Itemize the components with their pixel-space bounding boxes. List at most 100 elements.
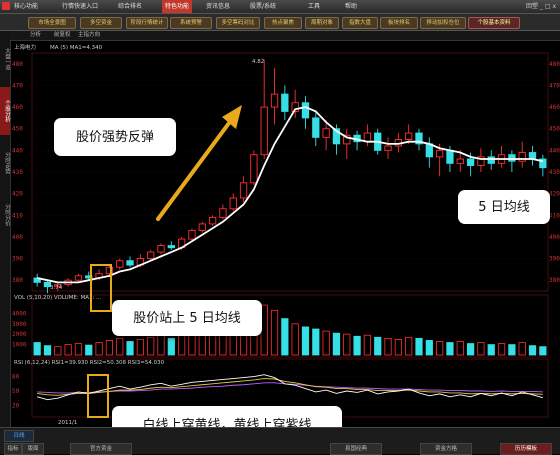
window-controls[interactable]: 回塑 _ □ x <box>526 0 556 13</box>
price-tick-label: 440 <box>12 147 23 154</box>
left-tab-2[interactable]: 个股分析 <box>0 87 10 135</box>
volume-bar <box>136 338 144 356</box>
candle-body <box>446 149 454 164</box>
toolbar-button-11[interactable]: 个股基本资料 <box>468 17 520 29</box>
toolbar-button-3[interactable]: 阶段行情统计 <box>126 17 168 29</box>
volume-bar <box>477 342 485 356</box>
volume-bar <box>497 343 506 356</box>
left-tab-3[interactable]: 分时走势 <box>0 139 10 187</box>
volume-tick-label: 2000 <box>12 331 27 338</box>
menu-item-7[interactable]: 工具 <box>308 0 320 13</box>
volume-indicator-text: VOL (5,10,20) VOLUME: MA1: ... <box>14 295 102 301</box>
sub-item-1[interactable]: 分析 <box>30 31 41 40</box>
volume-tick-label: 4000 <box>12 310 27 317</box>
price-tick-label: 460 <box>12 104 23 111</box>
bottom-tab-3[interactable]: 官方资金 <box>70 443 132 455</box>
candle-body <box>126 260 134 266</box>
menu-item-3[interactable]: 综合排名 <box>118 0 142 13</box>
volume-bar <box>446 342 454 356</box>
rsi-tick-label: 20 <box>12 402 20 409</box>
price-tick-label: 470 <box>12 82 23 89</box>
candle-body <box>312 117 320 138</box>
volume-bar <box>95 342 103 356</box>
left-tab-4[interactable]: 分时分价 <box>0 191 10 239</box>
volume-bar <box>384 337 392 356</box>
toolbar-button-4[interactable]: 系统预警 <box>170 17 212 29</box>
volume-bar <box>425 340 433 356</box>
volume-bar <box>405 336 413 356</box>
kline-period-tab[interactable]: 日线 <box>4 430 34 442</box>
menu-item-4[interactable]: 特色功能 <box>162 0 193 13</box>
menu-item-6[interactable]: 股票/系统 <box>250 0 276 13</box>
volume-bar <box>301 326 310 356</box>
rsi-indicator-text: RSI (6,12,24) RSI1=39.930 RSI2=50.308 RS… <box>14 360 165 366</box>
menu-item-8[interactable]: 帮助 <box>345 0 357 13</box>
stock-title: 上海电力 <box>14 43 36 51</box>
volume-bar <box>270 309 279 356</box>
toolbar-button-10[interactable]: 移动加权仓位 <box>420 17 466 29</box>
volume-bar <box>467 343 475 356</box>
volume-tick-label: 3000 <box>12 321 27 328</box>
volume-bar <box>394 338 402 356</box>
price-tick-label: 430 <box>12 169 23 176</box>
bottom-tab-5[interactable]: 资金方格 <box>420 443 472 455</box>
candle-body <box>487 156 495 164</box>
menu-item-2[interactable]: 行情快速入口 <box>62 0 98 13</box>
volume-bar <box>33 342 41 356</box>
app-logo-icon <box>2 2 10 10</box>
bottom-tab-2[interactable]: 版面 <box>22 443 44 455</box>
ma-indicator-text: MA (5) MA1=4.340 <box>50 45 103 51</box>
menu-item-1[interactable]: 核心功能 <box>14 0 38 13</box>
bottom-tab-1[interactable]: 指标 <box>4 443 22 455</box>
candle-body <box>281 93 289 112</box>
left-tab-1[interactable]: 大盘一览 <box>0 35 10 83</box>
volume-bar <box>167 337 175 356</box>
stock-kline-chart[interactable]: 上海电力 MA (5) MA1=4.340 480 480 470 470 460 460… <box>10 41 560 427</box>
toolbar-button-6[interactable]: 热点聚焦 <box>264 17 302 29</box>
candle-body <box>229 197 237 210</box>
price-tick-label-right: 470 <box>549 82 560 89</box>
volume-bars <box>33 304 547 356</box>
volume-bar <box>43 345 52 356</box>
price-tick-label-right: 420 <box>549 191 560 198</box>
toolbar-button-1[interactable]: 市场全景图 <box>28 17 76 29</box>
candle-body <box>405 132 413 140</box>
volume-bar <box>518 342 526 356</box>
volume-bar <box>508 344 516 356</box>
sub-item-3[interactable]: 主指方向 <box>78 31 100 40</box>
toolbar-button-2[interactable]: 多空资金 <box>80 17 122 29</box>
bottom-tab-4[interactable]: 县国经典 <box>330 443 382 455</box>
candle-body <box>208 216 217 225</box>
volume-bar <box>363 334 371 356</box>
candle-body <box>270 93 279 108</box>
toolbar-button-9[interactable]: 板块排名 <box>380 17 418 29</box>
candle-body <box>157 245 165 253</box>
sub-item-2[interactable]: 前复权 <box>54 31 71 40</box>
price-tick-label: 380 <box>12 277 23 284</box>
candle-body <box>322 128 330 138</box>
price-tick-label-right: 480 <box>549 61 560 68</box>
toolbar-button-8[interactable]: 指数大盘 <box>342 17 378 29</box>
bottom-tab-6[interactable]: 历历模板 <box>500 443 552 455</box>
volume-bar <box>415 337 423 356</box>
low-price-label: 3.74 <box>50 285 63 291</box>
price-tick-label-right: 460 <box>549 104 560 111</box>
candle-body <box>239 182 248 199</box>
price-tick-label-right: 380 <box>549 277 560 284</box>
date-label: 2011/1 <box>58 420 77 426</box>
menu-item-5[interactable]: 资讯信息 <box>206 0 230 13</box>
price-tick-label-right: 440 <box>549 147 560 154</box>
rsi-tick-label: 80 <box>12 374 20 381</box>
candle-body <box>250 154 258 184</box>
candle-body <box>456 158 464 164</box>
toolbar-button-5[interactable]: 多空筹码对比 <box>216 17 260 29</box>
candle-body <box>508 154 516 162</box>
function-toolbar: 市场全景图 多空资金 阶段行情统计 系统预警 多空筹码对比 热点聚焦 周期对象 指数大盘 板块排… <box>0 14 560 31</box>
rsi1-line <box>37 374 543 401</box>
price-tick-label: 480 <box>12 61 23 68</box>
volume-bar <box>74 343 83 356</box>
volume-bar <box>147 336 155 356</box>
bottom-bar: 日线 指标 版面 官方资金 县国经典 资金方格 历历模板 <box>0 427 560 455</box>
toolbar-button-7[interactable]: 周期对象 <box>305 17 339 29</box>
candle-body <box>188 229 196 240</box>
